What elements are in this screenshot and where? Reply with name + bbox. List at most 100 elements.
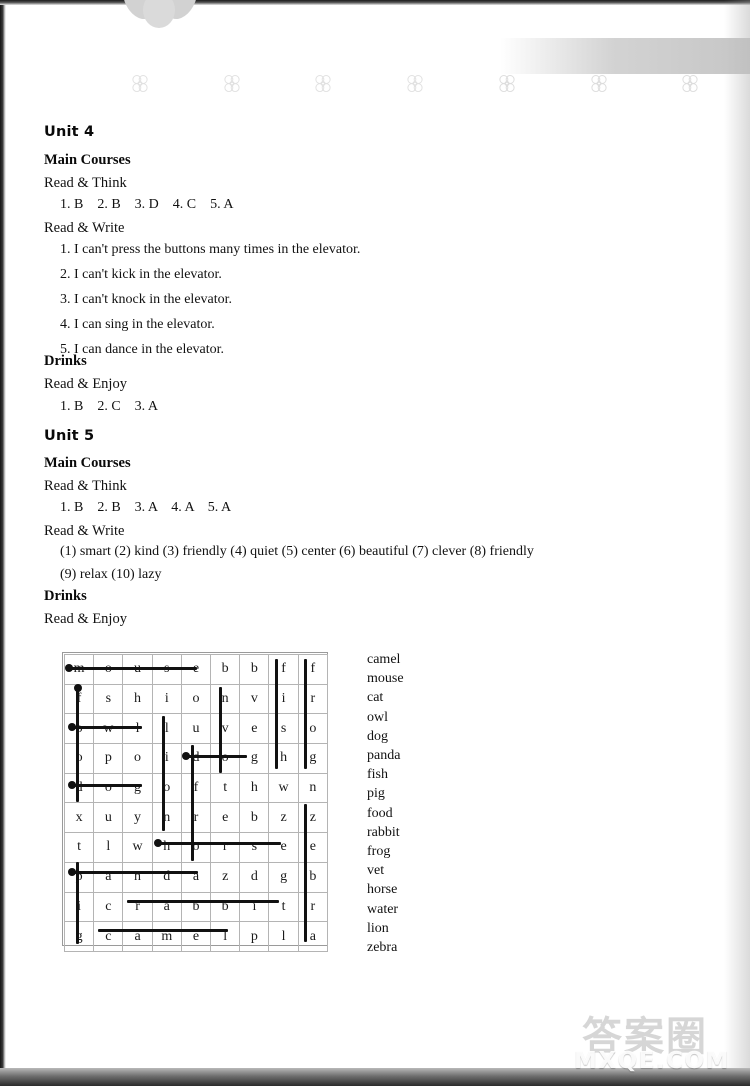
word-search-cell: b <box>297 861 329 893</box>
unit4-sentence-3: 3. I can't knock in the elevator. <box>60 292 233 307</box>
unit5-read-write-label: Read & Write <box>44 523 125 539</box>
word-search-row: gcamelpla <box>63 921 329 952</box>
word-search-cell: m <box>63 654 95 685</box>
unit4-sentence-2: 2. I can't kick in the elevator. <box>60 267 222 282</box>
word-search-cell: w <box>93 713 124 745</box>
word-search-cell: f <box>268 654 299 685</box>
word-search-cell: a <box>151 891 182 923</box>
word-list-item: owl <box>367 709 388 725</box>
word-search-cell: n <box>210 683 241 715</box>
word-search-cell: a <box>122 921 153 952</box>
word-search-cell: t <box>210 772 241 804</box>
unit4-sentence-4: 4. I can sing in the elevator. <box>60 317 215 332</box>
word-search-cell: v <box>239 683 270 715</box>
word-search-cell: s <box>93 683 124 715</box>
word-search-cell: l <box>210 921 241 952</box>
word-search-cell: z <box>210 861 241 893</box>
word-search-cell: h <box>268 743 299 774</box>
unit4-read-enjoy-answers: 1. B 2. C 3. A <box>60 399 159 414</box>
word-list-item: vet <box>367 863 385 879</box>
word-list-item: horse <box>367 882 398 898</box>
word-list-item: camel <box>367 652 401 667</box>
word-search-cell: n <box>297 772 329 804</box>
word-search-cell: e <box>268 832 299 863</box>
word-search-cell: b <box>180 891 212 923</box>
unit5-main-courses-heading: Main Courses <box>44 455 131 471</box>
word-list-item: pig <box>367 786 385 802</box>
word-search-cell: p <box>239 921 270 952</box>
word-search-cell: o <box>93 654 124 685</box>
word-search-row: pandazdgb <box>63 861 329 893</box>
word-search-row: owlluveso <box>63 713 329 745</box>
word-search-cell: p <box>93 743 124 774</box>
word-search-cell: a <box>93 861 124 893</box>
word-search-cell: o <box>63 743 95 774</box>
word-search-cell: g <box>297 743 329 774</box>
word-list-item: panda <box>367 748 401 764</box>
word-list-item: rabbit <box>367 824 400 840</box>
document-body: Unit 4 Main Courses Read & Think 1. B 2.… <box>0 0 750 1086</box>
word-search-cell: u <box>180 713 212 745</box>
word-search-row: mousebbff <box>63 654 329 685</box>
word-search-cell: e <box>180 921 212 952</box>
word-list-item: fish <box>367 767 388 783</box>
unit4-read-think-answers: 1. B 2. B 3. D 4. C 5. A <box>60 197 234 212</box>
word-search-cell: g <box>239 743 270 774</box>
word-search-cell: r <box>297 891 329 923</box>
unit4-read-write-label: Read & Write <box>44 220 125 236</box>
word-search-cell: y <box>122 802 153 834</box>
word-search-cell: l <box>122 713 153 745</box>
word-search-cell: r <box>297 683 329 715</box>
word-search-cell: o <box>180 683 212 715</box>
word-list-item: cat <box>367 690 384 706</box>
word-search-cell: d <box>63 772 95 804</box>
word-search-cell: s <box>151 654 182 685</box>
unit5-read-enjoy-label: Read & Enjoy <box>44 611 127 627</box>
word-search-cell: o <box>63 713 95 745</box>
word-search-row: xuynrebzz <box>63 802 329 834</box>
unit5-read-think-answers: 1. B 2. B 3. A 4. A 5. A <box>60 500 232 515</box>
word-search-cell: p <box>63 861 95 893</box>
word-list-item: mouse <box>367 671 404 687</box>
word-search-cell: z <box>268 802 299 834</box>
word-search-row: tlwhorsee <box>63 832 329 863</box>
watermark-domain: MXQE.COM <box>574 1048 730 1074</box>
word-search-cell: i <box>63 891 95 923</box>
word-list-item: lion <box>367 920 389 936</box>
word-list-item: frog <box>367 844 391 860</box>
word-search-cell: a <box>297 921 329 952</box>
unit5-title: Unit 5 <box>44 428 95 444</box>
word-search-cell: o <box>122 743 153 774</box>
word-search-cell: b <box>210 654 241 685</box>
word-search-cell: e <box>180 654 212 685</box>
word-search-cell: c <box>93 891 124 923</box>
word-search-cell: t <box>268 891 299 923</box>
word-search-cell: g <box>122 772 153 804</box>
word-search-word-list: camel mouse cat owl dog panda fish pig food rabbi… <box>367 650 487 957</box>
word-search-cell: s <box>268 713 299 745</box>
word-search-row: fshionvir <box>63 683 329 715</box>
unit5-read-think-label: Read & Think <box>44 478 127 494</box>
word-search-cell: n <box>151 802 182 834</box>
word-search-cell: b <box>239 654 270 685</box>
word-search-cell: w <box>122 832 153 863</box>
word-search-cell: c <box>93 921 124 952</box>
word-search-cell: e <box>297 832 329 863</box>
word-search-row: icrabbitr <box>63 891 329 923</box>
word-search-cell: m <box>151 921 182 952</box>
word-search-cell: r <box>210 832 241 863</box>
unit4-read-think-label: Read & Think <box>44 175 127 191</box>
word-search-row: dogofthwn <box>63 772 329 804</box>
word-search-cell: x <box>63 802 95 834</box>
unit4-main-courses-heading: Main Courses <box>44 152 131 168</box>
unit5-drinks-heading: Drinks <box>44 588 87 604</box>
word-search-cell: d <box>180 743 212 774</box>
word-search-cell: f <box>297 654 329 685</box>
word-search-cell: u <box>93 802 124 834</box>
word-search-cell: h <box>122 683 153 715</box>
unit4-read-enjoy-label: Read & Enjoy <box>44 376 127 392</box>
unit5-read-write-line-1: (1) smart (2) kind (3) friendly (4) quie… <box>60 544 534 559</box>
word-search-cell: u <box>122 654 153 685</box>
word-search-cell: h <box>151 832 182 863</box>
word-search-cell: i <box>268 683 299 715</box>
